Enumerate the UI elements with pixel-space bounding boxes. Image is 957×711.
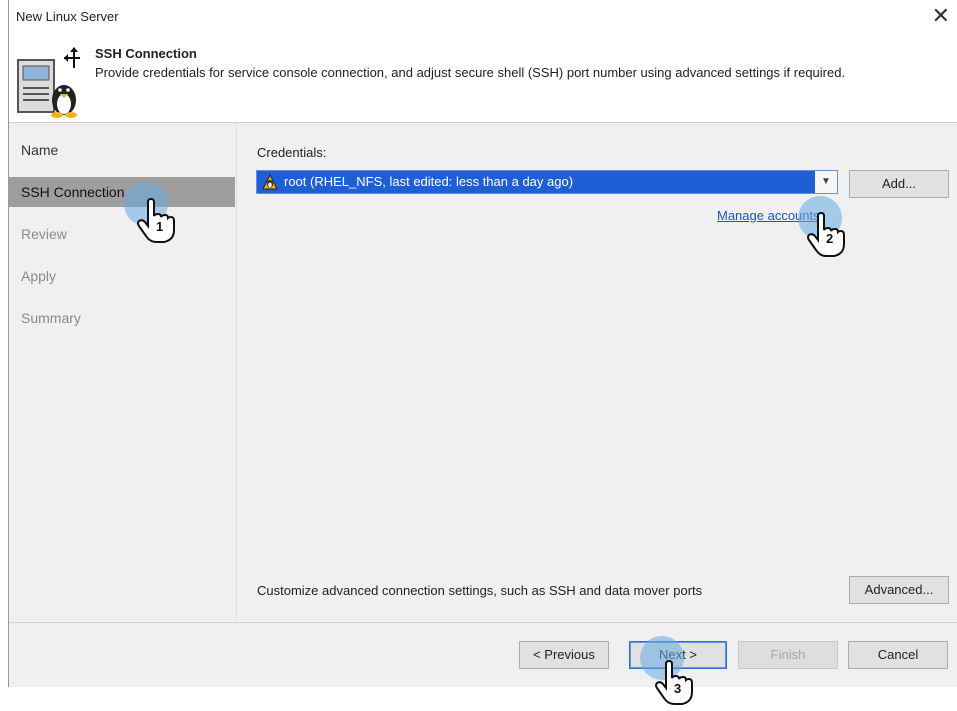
add-button[interactable]: Add... (849, 170, 949, 198)
step-summary: Summary (21, 310, 81, 326)
chevron-down-icon[interactable]: ▼ (815, 171, 837, 193)
marker-number-2: 2 (826, 231, 834, 246)
advanced-settings-text: Customize advanced connection settings, … (257, 583, 703, 598)
advanced-button[interactable]: Advanced... (849, 576, 949, 604)
linux-penguin-icon (262, 174, 278, 190)
marker-number-3: 3 (674, 681, 682, 696)
step-apply: Apply (21, 268, 57, 284)
wizard-footer: < Previous Next > Finish Cancel (9, 622, 957, 687)
linux-server-icon (17, 47, 80, 118)
step-name[interactable]: Name (9, 135, 235, 165)
new-linux-server-dialog: New Linux Server ✕ SSH Connection Provid… (8, 0, 957, 687)
credentials-dropdown[interactable]: root (RHEL_NFS, last edited: less than a… (256, 170, 838, 194)
step-ssh-connection[interactable]: SSH Connection (9, 177, 235, 207)
previous-button[interactable]: < Previous (519, 641, 609, 669)
page-title: SSH Connection (95, 46, 197, 61)
title-bar: New Linux Server ✕ (9, 0, 957, 34)
wizard-content: Credentials: root (RHEL_NFS, last edited… (236, 123, 957, 621)
wizard-header: SSH Connection Provide credentials for s… (9, 34, 957, 123)
finish-button: Finish (738, 641, 838, 669)
close-icon[interactable]: ✕ (932, 3, 950, 29)
wizard-steps: Name SSH Connection Review Apply Summary (9, 123, 235, 621)
window-title: New Linux Server (16, 9, 119, 24)
credentials-value: root (RHEL_NFS, last edited: less than a… (284, 174, 574, 189)
marker-number-1: 1 (156, 219, 164, 234)
cancel-button[interactable]: Cancel (848, 641, 948, 669)
step-review: Review (21, 226, 67, 242)
credentials-label: Credentials: (257, 145, 327, 160)
page-description: Provide credentials for service console … (95, 65, 846, 80)
